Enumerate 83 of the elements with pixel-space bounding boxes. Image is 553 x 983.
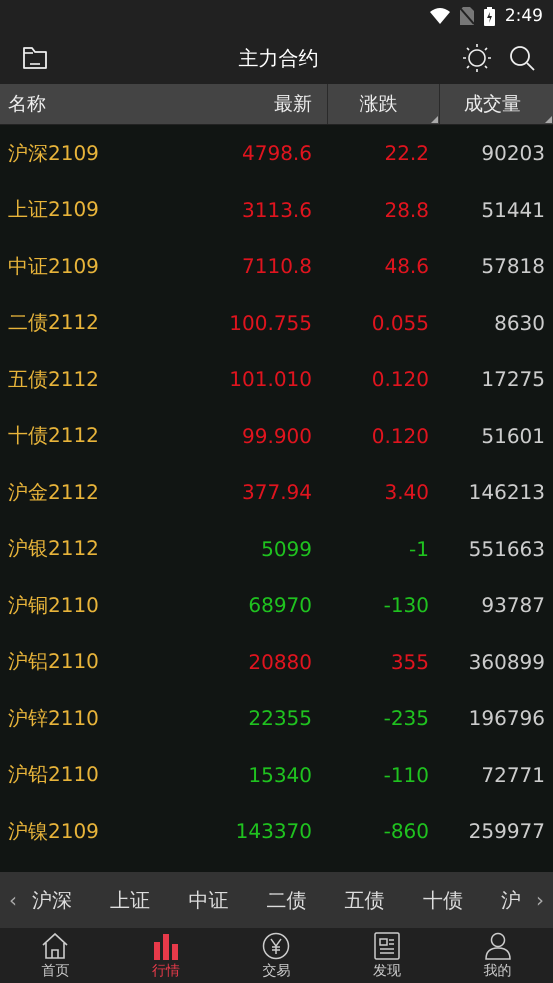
price-change: -1: [408, 536, 430, 561]
scroll-right-arrow[interactable]: ›: [527, 888, 553, 912]
last-price: 377.94: [241, 480, 313, 504]
volume: 551663: [468, 536, 546, 561]
volume: 146213: [468, 480, 546, 504]
contract-name: 二债2112: [7, 309, 100, 336]
category-tab[interactable]: 沪深: [32, 886, 72, 914]
last-price: 7110.8: [241, 254, 313, 278]
nav-tab[interactable]: 行情: [110, 928, 222, 983]
price-change: 48.6: [383, 254, 430, 278]
bar-chart-icon: [152, 932, 180, 960]
contract-name: 沪金2112: [7, 478, 100, 506]
contract-name: 沪深2109: [7, 140, 100, 167]
price-change: 28.8: [383, 198, 430, 222]
last-price: 99.900: [241, 424, 313, 448]
category-tab[interactable]: 沪: [500, 886, 521, 914]
nav-tab[interactable]: 交易: [221, 928, 332, 983]
status-time: 2:49: [504, 6, 543, 26]
category-tab[interactable]: 五债: [344, 886, 385, 914]
sun-icon[interactable]: [463, 44, 491, 72]
price-change: 0.055: [370, 310, 430, 335]
wifi-icon: [430, 8, 450, 24]
folder-icon[interactable]: [22, 46, 48, 70]
volume: 259977: [468, 819, 546, 844]
home-icon: [41, 932, 70, 960]
contract-name: 沪铅2110: [7, 761, 100, 788]
contract-name: 上证2109: [7, 196, 100, 224]
nav-tab[interactable]: 我的: [442, 928, 553, 983]
last-price: 3113.6: [241, 198, 313, 222]
last-price: 5099: [260, 536, 313, 561]
no-sim-icon: [460, 7, 474, 25]
price-change: -235: [382, 706, 430, 730]
contract-name: 五债2112: [7, 366, 100, 393]
volume: 90203: [480, 141, 546, 166]
price-change: 355: [390, 650, 430, 674]
last-price: 143370: [234, 819, 313, 844]
category-tab[interactable]: 中证: [188, 886, 228, 914]
last-price: 100.755: [228, 310, 313, 335]
scroll-left-arrow[interactable]: ‹: [0, 888, 26, 912]
contract-name: 沪银2112: [7, 535, 100, 562]
last-price: 22355: [247, 706, 313, 730]
category-tab[interactable]: 二债: [266, 886, 306, 914]
volume: 17275: [480, 367, 546, 392]
yen-icon: [262, 932, 290, 960]
column-header[interactable]: 最新: [200, 84, 327, 124]
category-tab[interactable]: 上证: [110, 886, 150, 914]
volume: 8630: [493, 310, 546, 335]
volume: 93787: [480, 593, 546, 618]
price-change: 0.120: [370, 367, 430, 392]
price-change: -110: [382, 762, 430, 787]
last-price: 20880: [247, 650, 313, 674]
contract-name: 沪铜2110: [7, 592, 100, 619]
column-header[interactable]: 成交量: [439, 84, 553, 124]
last-price: 15340: [247, 762, 313, 787]
price-change: -130: [382, 593, 430, 618]
price-change: 22.2: [383, 141, 430, 166]
column-header[interactable]: 涨跌: [327, 84, 439, 124]
price-change: -860: [382, 819, 430, 844]
volume: 360899: [468, 650, 546, 674]
column-header[interactable]: 名称: [0, 84, 200, 124]
volume: 72771: [480, 762, 546, 787]
volume: 51441: [480, 198, 546, 222]
volume: 57818: [480, 254, 546, 278]
contract-name: 中证2109: [7, 252, 100, 280]
last-price: 4798.6: [241, 141, 313, 166]
page-title: 主力合约: [238, 44, 318, 72]
battery-icon: [484, 6, 495, 26]
volume: 51601: [480, 424, 546, 448]
price-change: 3.40: [383, 480, 430, 504]
volume: 196796: [468, 706, 546, 730]
user-icon: [484, 932, 512, 960]
last-price: 101.010: [228, 367, 313, 392]
contract-name: 沪铝2110: [7, 648, 100, 676]
price-change: 0.120: [370, 424, 430, 448]
last-price: 68970: [247, 593, 313, 618]
nav-tab[interactable]: 发现: [332, 928, 442, 983]
contract-name: 沪锌2110: [7, 704, 100, 732]
news-icon: [373, 932, 402, 960]
search-icon[interactable]: [509, 45, 535, 71]
contract-name: 十债2112: [7, 422, 100, 450]
contract-name: 沪镍2109: [7, 818, 100, 845]
nav-tab[interactable]: 首页: [0, 928, 111, 983]
category-tab[interactable]: 十债: [422, 886, 463, 914]
